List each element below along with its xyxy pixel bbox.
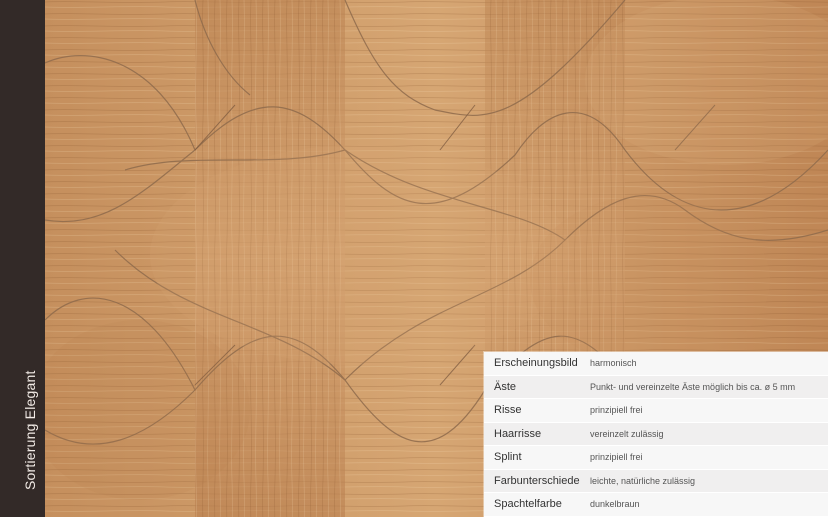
spec-label: Erscheinungsbild — [494, 357, 578, 370]
spec-row: Äste Punkt- und vereinzelte Äste möglich … — [484, 375, 828, 399]
spec-row: Spachtelfarbe dunkelbraun — [484, 493, 828, 517]
sidebar-title: Sortierung Elegant — [22, 370, 38, 490]
spec-row: Risse prinzipiell frei — [484, 399, 828, 423]
spec-label: Farbunterschiede — [494, 474, 580, 487]
sidebar: Sortierung Elegant — [0, 0, 45, 517]
spec-value: prinzipiell frei — [590, 405, 643, 416]
spec-row: Erscheinungsbild harmonisch — [484, 352, 828, 376]
spec-row: Haarrisse vereinzelt zulässig — [484, 422, 828, 446]
product-page: Sortierung Elegant Erscheinungsbild harm… — [0, 0, 828, 517]
specs-table: Erscheinungsbild harmonisch Äste Punkt- und… — [484, 352, 828, 517]
spec-value: vereinzelt zulässig — [590, 428, 664, 439]
spec-row: Splint prinzipiell frei — [484, 446, 828, 470]
spec-label: Spachtelfarbe — [494, 498, 562, 511]
spec-value: prinzipiell frei — [590, 452, 643, 463]
spec-value: Punkt- und vereinzelte Äste möglich bis … — [590, 381, 796, 392]
spec-value: harmonisch — [590, 358, 637, 369]
spec-label: Äste — [494, 380, 517, 393]
spec-label: Risse — [494, 404, 522, 417]
spec-value: leichte, natürliche zulässig — [590, 475, 696, 486]
spec-label: Haarrisse — [494, 427, 542, 440]
spec-value: dunkelbraun — [590, 499, 640, 510]
spec-label: Splint — [494, 451, 522, 464]
spec-row: Farbunterschiede leichte, natürliche zulä… — [484, 469, 828, 493]
